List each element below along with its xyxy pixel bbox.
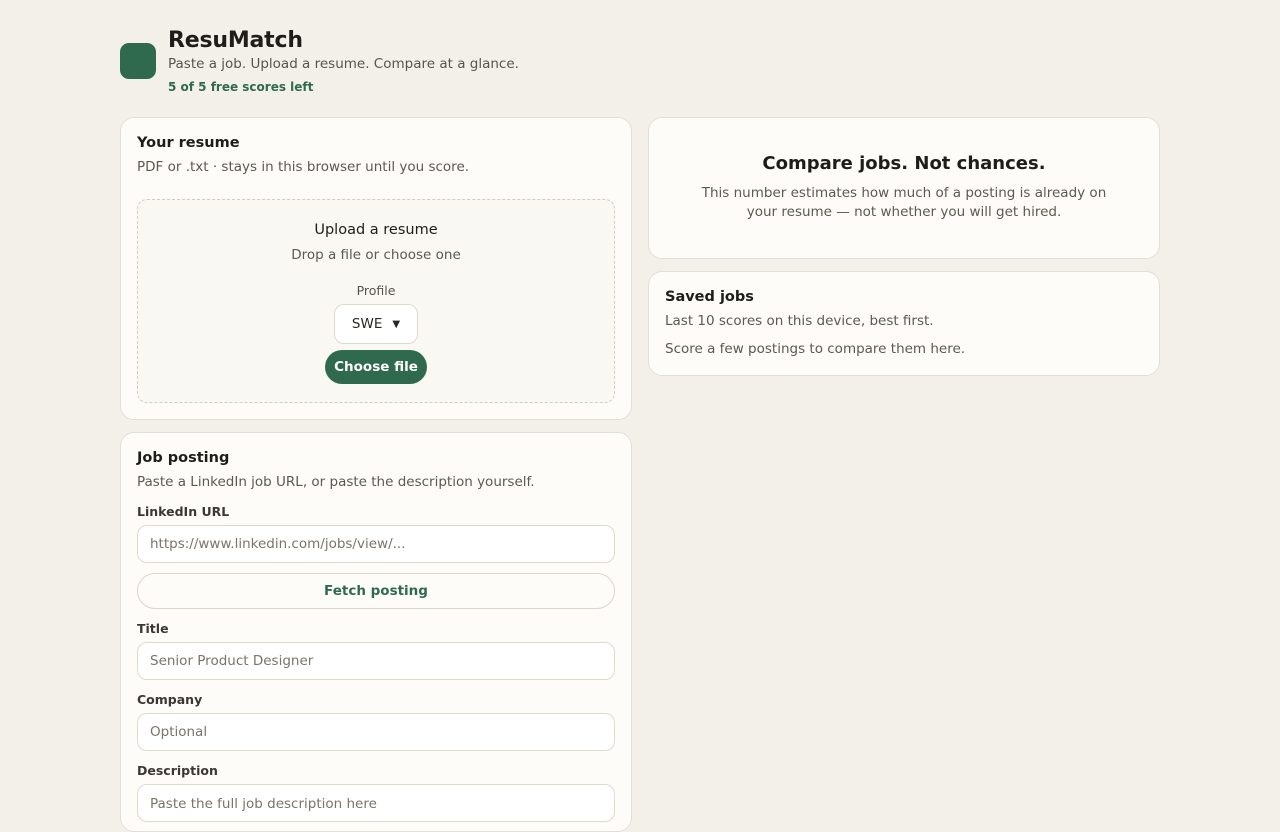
upload-title: Upload a resume <box>314 222 438 238</box>
job-card-subtitle: Paste a LinkedIn job URL, or paste the d… <box>137 474 535 490</box>
fetch-posting-button[interactable]: Fetch posting <box>137 573 615 609</box>
linkedin-url-input[interactable]: https://www.linkedin.com/jobs/view/... <box>137 525 615 563</box>
profile-label: Profile <box>356 283 396 298</box>
app-title: ResuMatch <box>168 28 303 53</box>
app-header: ResuMatch Paste a job. Upload a resume. … <box>120 26 519 94</box>
saved-jobs-subtitle: Last 10 scores on this device, best firs… <box>665 313 934 329</box>
compare-description: This number estimates how much of a post… <box>701 185 1107 220</box>
description-textarea[interactable]: Paste the full job description here <box>137 784 615 822</box>
description-placeholder: Paste the full job description here <box>150 796 377 812</box>
company-placeholder: Optional <box>150 724 208 740</box>
linkedin-url-label: LinkedIn URL <box>137 504 230 519</box>
job-card-title: Job posting <box>137 450 230 466</box>
company-input[interactable]: Optional <box>137 713 615 751</box>
compare-card: Compare jobs. Not chances. This number e… <box>648 117 1160 259</box>
title-label: Title <box>137 621 169 636</box>
app-tagline: Paste a job. Upload a resume. Compare at… <box>168 56 519 72</box>
job-posting-card: Job posting Paste a LinkedIn job URL, or… <box>120 432 632 832</box>
saved-jobs-empty-state: Score a few postings to compare them her… <box>665 341 966 357</box>
choose-file-button[interactable]: Choose file <box>325 350 427 384</box>
free-scores-counter: 5 of 5 free scores left <box>168 80 314 94</box>
job-title-placeholder: Senior Product Designer <box>150 653 314 669</box>
profile-select[interactable]: SWE ▼ <box>334 304 418 344</box>
company-label: Company <box>137 692 203 707</box>
saved-jobs-title: Saved jobs <box>665 289 754 305</box>
resume-dropzone[interactable]: Upload a resume Drop a file or choose on… <box>137 199 615 403</box>
description-label: Description <box>137 763 218 778</box>
job-title-input[interactable]: Senior Product Designer <box>137 642 615 680</box>
resume-card: Your resume PDF or .txt · stays in this … <box>120 117 632 420</box>
resume-card-title: Your resume <box>137 135 240 151</box>
linkedin-url-placeholder: https://www.linkedin.com/jobs/view/... <box>150 536 406 552</box>
chevron-down-icon: ▼ <box>392 318 401 330</box>
compare-title: Compare jobs. Not chances. <box>762 153 1046 174</box>
upload-subtitle: Drop a file or choose one <box>291 247 461 263</box>
profile-select-value: SWE <box>351 316 383 332</box>
resume-card-subtitle: PDF or .txt · stays in this browser unti… <box>137 159 470 175</box>
saved-jobs-card: Saved jobs Last 10 scores on this device… <box>648 271 1160 376</box>
app-logo <box>120 43 156 79</box>
